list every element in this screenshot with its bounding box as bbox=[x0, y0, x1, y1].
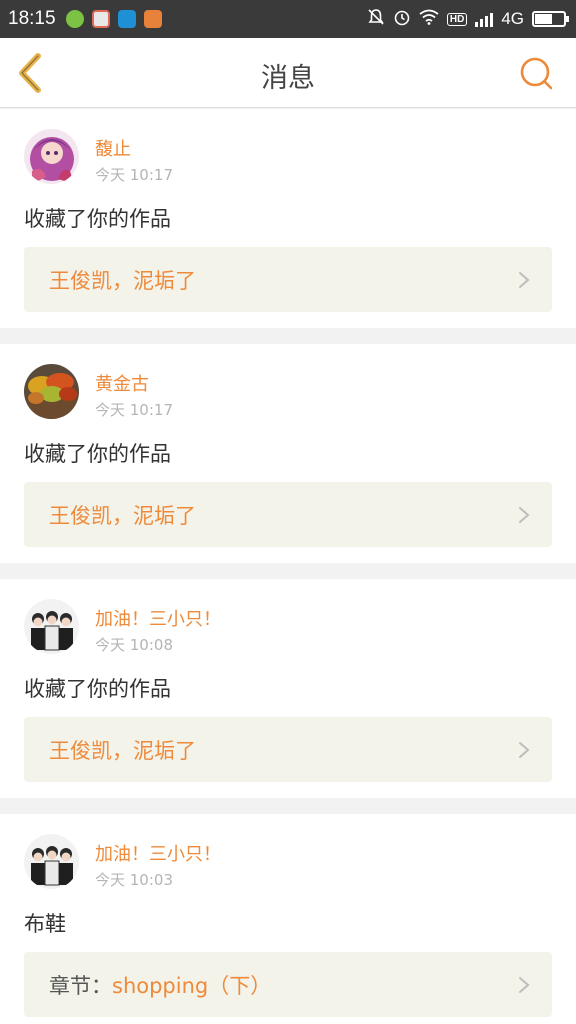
chevron-right-icon bbox=[519, 272, 530, 288]
ref-title: 王俊凯，泥垢了 bbox=[49, 268, 196, 293]
message-list: 馥止 今天 10:17 收藏了你的作品 王俊凯，泥垢了 黄金古 今天 10:17 bbox=[0, 109, 576, 1024]
signal-icon bbox=[475, 11, 494, 27]
status-time: 18:15 bbox=[8, 8, 56, 29]
chevron-right-icon bbox=[519, 507, 530, 523]
timestamp: 今天 10:17 bbox=[95, 401, 173, 419]
green-app-icon bbox=[65, 10, 84, 28]
nav-bar: 消息 bbox=[0, 38, 576, 108]
ref-prefix: 章节： bbox=[49, 973, 112, 998]
search-button[interactable] bbox=[518, 55, 556, 93]
scanner-app-icon bbox=[117, 10, 136, 28]
username[interactable]: 馥止 bbox=[95, 135, 131, 161]
status-bar: 18:15 HD 4G bbox=[0, 0, 576, 38]
ref-title: 王俊凯，泥垢了 bbox=[49, 503, 196, 528]
work-link[interactable]: 王俊凯，泥垢了 bbox=[24, 482, 552, 547]
alarm-icon bbox=[393, 8, 411, 30]
network-type: 4G bbox=[501, 9, 524, 28]
action-text: 收藏了你的作品 bbox=[24, 677, 171, 701]
chevron-right-icon bbox=[519, 977, 530, 993]
chapter-link[interactable]: 章节： shopping（下） bbox=[24, 952, 552, 1017]
message-card[interactable]: 馥止 今天 10:17 收藏了你的作品 王俊凯，泥垢了 bbox=[0, 109, 576, 328]
action-text: 布鞋 bbox=[24, 912, 66, 936]
avatar[interactable] bbox=[24, 599, 79, 654]
avatar[interactable] bbox=[24, 129, 79, 184]
hd-badge: HD bbox=[446, 12, 468, 26]
battery-fill bbox=[535, 14, 552, 24]
gallery-app-icon bbox=[91, 10, 110, 28]
work-link[interactable]: 王俊凯，泥垢了 bbox=[24, 247, 552, 312]
page-title: 消息 bbox=[261, 63, 315, 94]
message-card[interactable]: 黄金古 今天 10:17 收藏了你的作品 王俊凯，泥垢了 bbox=[0, 344, 576, 563]
timestamp: 今天 10:17 bbox=[95, 166, 173, 184]
ref-title: 王俊凯，泥垢了 bbox=[49, 738, 196, 763]
timestamp: 今天 10:03 bbox=[95, 871, 173, 889]
avatar[interactable] bbox=[24, 364, 79, 419]
action-text: 收藏了你的作品 bbox=[24, 442, 171, 466]
message-card[interactable]: 加油！三小只！ 今天 10:03 布鞋 章节： shopping（下） bbox=[0, 814, 576, 1024]
ref-title: shopping（下） bbox=[112, 973, 272, 998]
battery-icon bbox=[532, 11, 569, 27]
avatar[interactable] bbox=[24, 834, 79, 889]
mute-bell-icon bbox=[367, 8, 385, 30]
username[interactable]: 黄金古 bbox=[95, 370, 149, 396]
work-link[interactable]: 王俊凯，泥垢了 bbox=[24, 717, 552, 782]
search-icon bbox=[520, 57, 553, 90]
action-text: 收藏了你的作品 bbox=[24, 207, 171, 231]
username[interactable]: 加油！三小只！ bbox=[95, 605, 221, 631]
timestamp: 今天 10:08 bbox=[95, 636, 173, 654]
username[interactable]: 加油！三小只！ bbox=[95, 840, 221, 866]
orange-app-icon bbox=[143, 10, 162, 28]
chevron-right-icon bbox=[519, 742, 530, 758]
wifi-icon bbox=[419, 9, 439, 29]
message-card[interactable]: 加油！三小只！ 今天 10:08 收藏了你的作品 王俊凯，泥垢了 bbox=[0, 579, 576, 798]
